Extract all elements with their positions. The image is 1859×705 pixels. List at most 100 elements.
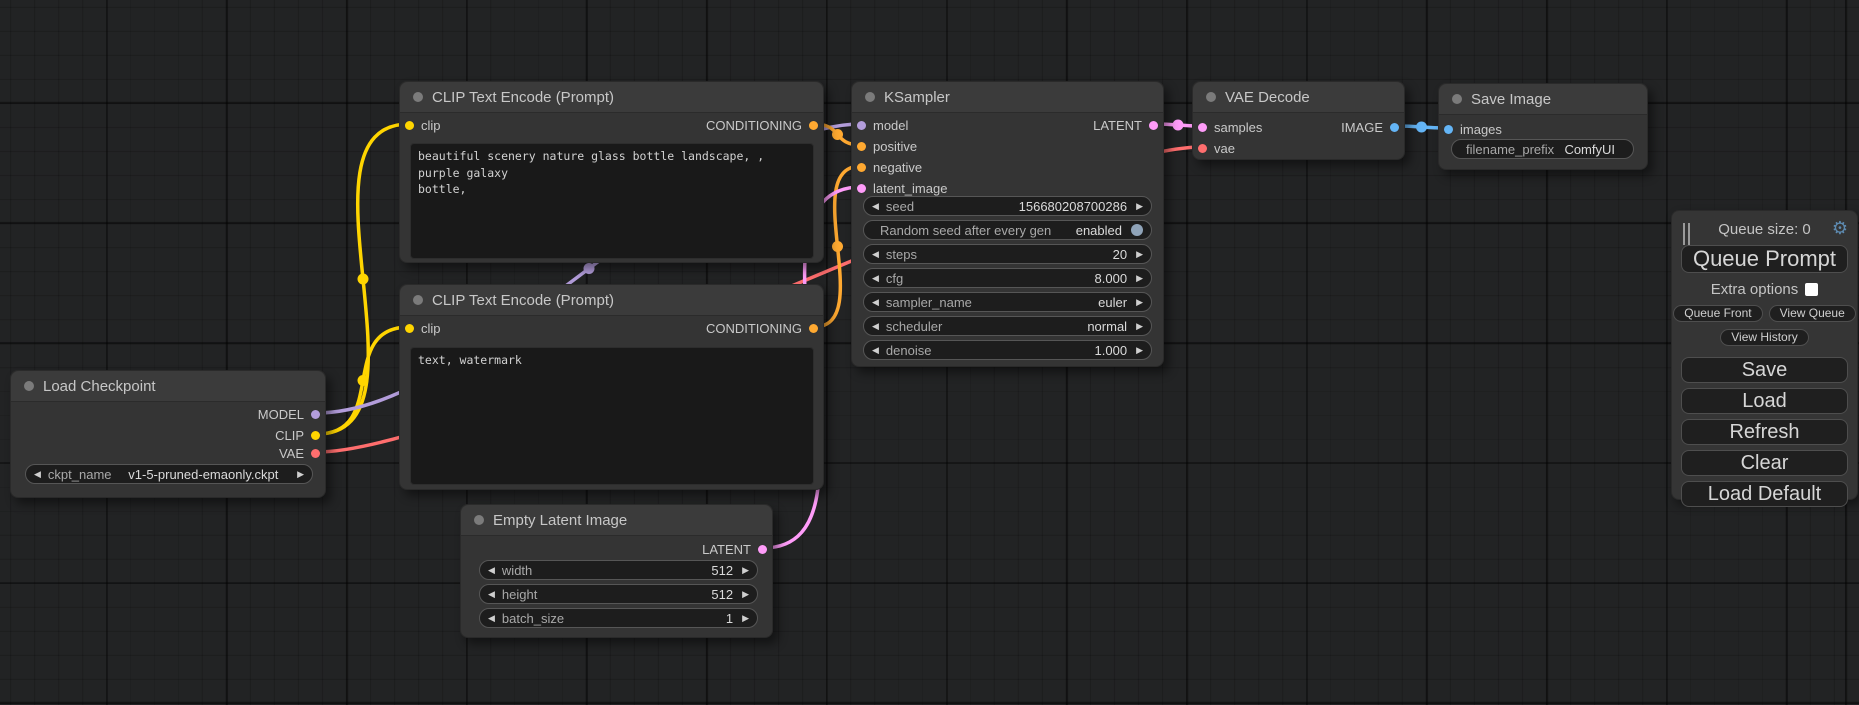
ksampler-output-latent[interactable]: LATENT [1093, 117, 1158, 134]
output-slot-dot[interactable] [809, 324, 818, 333]
widget-increment-arrow-icon[interactable]: ▶ [1136, 250, 1143, 259]
node-title-bar[interactable]: CLIP Text Encode (Prompt) [400, 82, 823, 113]
view-queue-button[interactable]: View Queue [1769, 305, 1856, 322]
widget-decrement-arrow-icon[interactable]: ◀ [872, 346, 879, 355]
refresh-button[interactable]: Refresh [1681, 419, 1848, 445]
widget-decrement-arrow-icon[interactable]: ◀ [488, 566, 495, 575]
widget-batch_size[interactable]: ◀batch_size1▶ [479, 608, 758, 628]
node-clip-text-encode-2[interactable]: CLIP Text Encode (Prompt) clip CONDITIONIN… [399, 284, 824, 490]
node-title-bar[interactable]: Save Image [1439, 84, 1647, 115]
widget-decrement-arrow-icon[interactable]: ◀ [488, 590, 495, 599]
view-history-button[interactable]: View History [1720, 329, 1808, 346]
widget-sampler_name[interactable]: ◀sampler_nameeuler▶ [863, 292, 1152, 312]
clear-button[interactable]: Clear [1681, 450, 1848, 476]
widget-increment-arrow-icon[interactable]: ▶ [1136, 202, 1143, 211]
output-slot-dot[interactable] [311, 431, 320, 440]
widget-denoise[interactable]: ◀denoise1.000▶ [863, 340, 1152, 360]
output-slot-dot[interactable] [758, 545, 767, 554]
collapse-dot-icon[interactable] [865, 92, 875, 102]
collapse-dot-icon[interactable] [24, 381, 34, 391]
output-slot-dot[interactable] [1390, 123, 1399, 132]
queue-front-button[interactable]: Queue Front [1673, 305, 1762, 322]
toggle-on-icon[interactable] [1131, 224, 1143, 236]
collapse-dot-icon[interactable] [1206, 92, 1216, 102]
load-button[interactable]: Load [1681, 388, 1848, 414]
load-default-button[interactable]: Load Default [1681, 481, 1848, 507]
node-ksampler[interactable]: KSamplermodelpositivenegativelatent_imag… [851, 81, 1164, 367]
input-slot-dot[interactable] [857, 184, 866, 193]
widget-seed[interactable]: ◀seed156680208700286▶ [863, 196, 1152, 216]
clip-text-encode-2-input-clip[interactable]: clip [405, 320, 441, 337]
extra-options-checkbox[interactable] [1805, 283, 1818, 296]
widget-increment-arrow-icon[interactable]: ▶ [1136, 274, 1143, 283]
node-title-bar[interactable]: KSampler [852, 82, 1163, 113]
gear-icon[interactable]: ⚙ [1832, 218, 1848, 239]
input-slot-dot[interactable] [857, 121, 866, 130]
collapse-dot-icon[interactable] [1452, 94, 1462, 104]
widget-increment-arrow-icon[interactable]: ▶ [742, 566, 749, 575]
clip-text-encode-1-input-clip[interactable]: clip [405, 117, 441, 134]
widget-filename_prefix[interactable]: filename_prefixComfyUI [1451, 139, 1634, 159]
node-title-bar[interactable]: VAE Decode [1193, 82, 1404, 113]
widget-increment-arrow-icon[interactable]: ▶ [297, 470, 304, 479]
prompt-textarea[interactable]: beautiful scenery nature glass bottle la… [410, 143, 814, 259]
node-title-bar[interactable]: CLIP Text Encode (Prompt) [400, 285, 823, 316]
load-checkpoint-output-vae[interactable]: VAE [279, 445, 320, 462]
input-slot-dot[interactable] [405, 121, 414, 130]
empty-latent-image-output-latent[interactable]: LATENT [702, 541, 767, 558]
load-checkpoint-output-clip[interactable]: CLIP [275, 427, 320, 444]
widget-decrement-arrow-icon[interactable]: ◀ [872, 274, 879, 283]
widget-decrement-arrow-icon[interactable]: ◀ [34, 470, 41, 479]
widget-ckpt_name[interactable]: ◀ckpt_namev1-5-pruned-emaonly.ckpt▶ [25, 464, 313, 484]
node-save-image[interactable]: Save Image imagesfilename_prefixComfyUI [1438, 83, 1648, 170]
prompt-textarea[interactable]: text, watermark [410, 347, 814, 485]
collapse-dot-icon[interactable] [413, 295, 423, 305]
input-slot-dot[interactable] [857, 142, 866, 151]
node-vae-decode[interactable]: VAE Decode samples vae IMAGE [1192, 81, 1405, 160]
widget-decrement-arrow-icon[interactable]: ◀ [488, 614, 495, 623]
widget-decrement-arrow-icon[interactable]: ◀ [872, 322, 879, 331]
output-slot-dot[interactable] [809, 121, 818, 130]
ksampler-input-latent_image[interactable]: latent_image [857, 180, 947, 197]
widget-cfg[interactable]: ◀cfg8.000▶ [863, 268, 1152, 288]
widget-steps[interactable]: ◀steps20▶ [863, 244, 1152, 264]
input-slot-dot[interactable] [857, 163, 866, 172]
widget-decrement-arrow-icon[interactable]: ◀ [872, 250, 879, 259]
ksampler-input-model[interactable]: model [857, 117, 908, 134]
widget-increment-arrow-icon[interactable]: ▶ [1136, 298, 1143, 307]
save-image-input-images[interactable]: images [1444, 121, 1502, 138]
input-slot-dot[interactable] [1198, 144, 1207, 153]
input-slot-dot[interactable] [405, 324, 414, 333]
vae-decode-input-samples[interactable]: samples [1198, 119, 1262, 136]
node-title-bar[interactable]: Load Checkpoint [11, 371, 325, 402]
widget-increment-arrow-icon[interactable]: ▶ [1136, 322, 1143, 331]
widget-height[interactable]: ◀height512▶ [479, 584, 758, 604]
vae-decode-output-image[interactable]: IMAGE [1341, 119, 1399, 136]
node-empty-latent-image[interactable]: Empty Latent Image LATENT ◀width512▶ ◀heigh… [460, 504, 773, 638]
vae-decode-input-vae[interactable]: vae [1198, 140, 1235, 157]
output-slot-dot[interactable] [311, 449, 320, 458]
output-slot-dot[interactable] [1149, 121, 1158, 130]
graph-canvas[interactable]: Load Checkpoint MODEL CLIPVAE ◀ckpt_namev1-… [0, 0, 1859, 705]
widget-increment-arrow-icon[interactable]: ▶ [742, 590, 749, 599]
widget-increment-arrow-icon[interactable]: ▶ [742, 614, 749, 623]
widget-scheduler[interactable]: ◀schedulernormal▶ [863, 316, 1152, 336]
ksampler-input-positive[interactable]: positive [857, 138, 917, 155]
widget-random-seed-after-every-gen[interactable]: Random seed after every genenabled [863, 220, 1152, 240]
queue-prompt-button[interactable]: Queue Prompt [1681, 245, 1848, 273]
collapse-dot-icon[interactable] [474, 515, 484, 525]
collapse-dot-icon[interactable] [413, 92, 423, 102]
widget-increment-arrow-icon[interactable]: ▶ [1136, 346, 1143, 355]
widget-decrement-arrow-icon[interactable]: ◀ [872, 202, 879, 211]
clip-text-encode-1-output-conditioning[interactable]: CONDITIONING [706, 117, 818, 134]
clip-text-encode-2-output-conditioning[interactable]: CONDITIONING [706, 320, 818, 337]
widget-width[interactable]: ◀width512▶ [479, 560, 758, 580]
output-slot-dot[interactable] [311, 410, 320, 419]
node-load-checkpoint[interactable]: Load Checkpoint MODEL CLIPVAE ◀ckpt_namev1-… [10, 370, 326, 498]
input-slot-dot[interactable] [1198, 123, 1207, 132]
node-title-bar[interactable]: Empty Latent Image [461, 505, 772, 536]
input-slot-dot[interactable] [1444, 125, 1453, 134]
load-checkpoint-output-model[interactable]: MODEL [258, 406, 320, 423]
node-clip-text-encode-1[interactable]: CLIP Text Encode (Prompt) clip CONDITIONIN… [399, 81, 824, 263]
widget-decrement-arrow-icon[interactable]: ◀ [872, 298, 879, 307]
